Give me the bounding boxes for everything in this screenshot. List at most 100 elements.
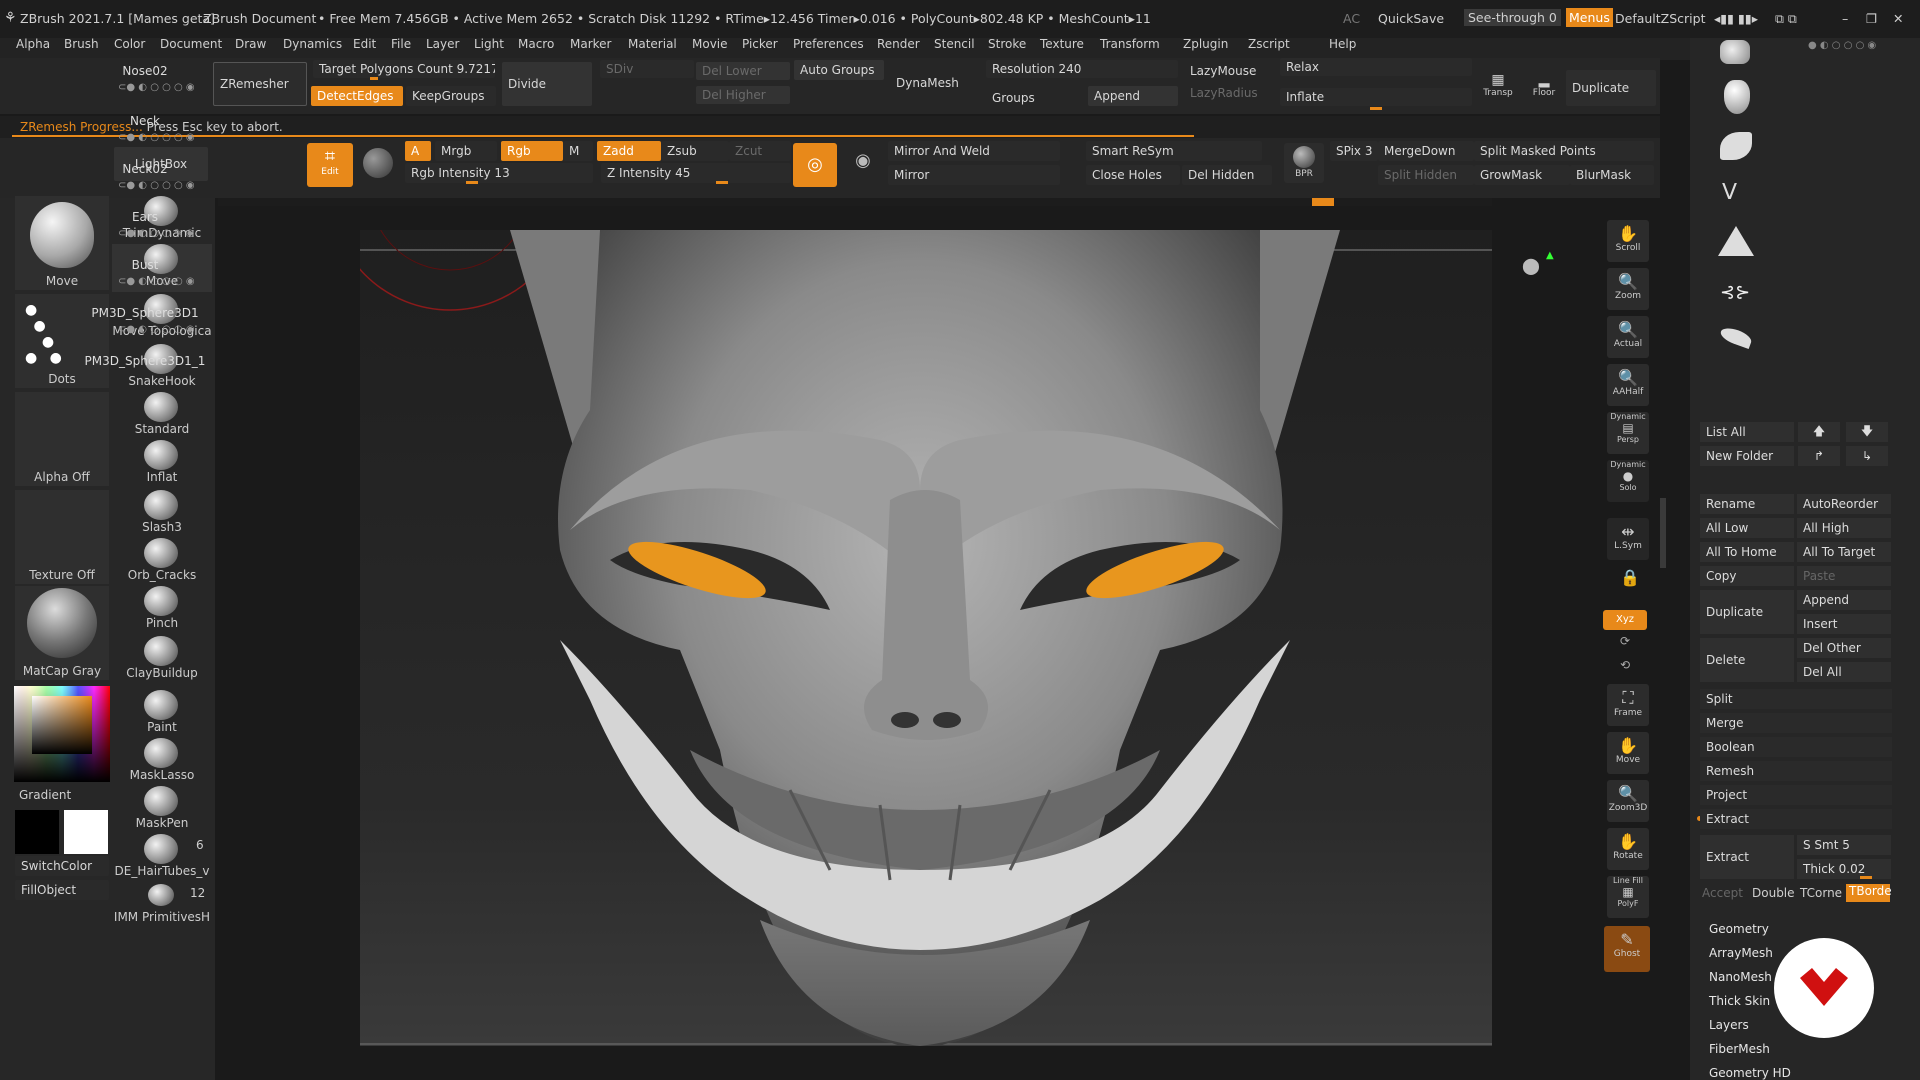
minimize-icon[interactable]: – — [1842, 11, 1848, 26]
menu-zscript[interactable]: Zscript — [1248, 37, 1290, 51]
mergedown-button[interactable]: MergeDown — [1378, 141, 1474, 161]
inflate-handle[interactable] — [1370, 107, 1382, 110]
smart-resym-button[interactable]: Smart ReSym — [1086, 141, 1262, 161]
folder-down-icon[interactable]: ↳ — [1846, 446, 1888, 466]
menu-marker[interactable]: Marker — [570, 37, 611, 51]
timeline-marker[interactable] — [1312, 198, 1334, 206]
window-icons[interactable]: ⧉ ⧉ — [1775, 11, 1797, 27]
edit-button[interactable]: ⌗ Edit — [307, 143, 353, 187]
bpr-button[interactable]: BPR — [1284, 143, 1324, 183]
brush-snakehook[interactable]: SnakeHook — [112, 344, 212, 392]
menu-edit[interactable]: Edit — [353, 37, 376, 51]
brush-pinch[interactable]: Pinch — [112, 586, 212, 634]
menu-preferences[interactable]: Preferences — [793, 37, 864, 51]
move-view-button[interactable]: ✋ Move — [1607, 732, 1649, 774]
fibermesh-section[interactable]: FiberMesh — [1709, 1042, 1770, 1056]
thick-handle[interactable] — [1860, 876, 1872, 879]
close-holes-button[interactable]: Close Holes — [1086, 165, 1180, 185]
split-masked-points-button[interactable]: Split Masked Points — [1474, 141, 1654, 161]
autoreorder-button[interactable]: AutoReorder — [1797, 494, 1891, 514]
sdiv-slider[interactable]: SDiv — [600, 60, 694, 78]
zadd-toggle[interactable]: Zadd — [597, 141, 661, 161]
menu-macro[interactable]: Macro — [518, 37, 554, 51]
subtool-controls[interactable]: ⊂● ◐ ○ ○ ○ ◉ — [118, 82, 195, 93]
lock-icon[interactable]: 🔒 — [1620, 568, 1640, 587]
axis-gizmo-icon[interactable]: ▲ — [1546, 250, 1554, 261]
menu-material[interactable]: Material — [628, 37, 677, 51]
restore-icon[interactable]: ❐ — [1866, 11, 1877, 26]
groups-toggle[interactable]: Groups — [986, 88, 1082, 108]
secondary-color-swatch[interactable] — [15, 810, 59, 854]
menu-transform[interactable]: Transform — [1100, 37, 1160, 51]
brush-maskpen[interactable]: MaskPen — [112, 786, 212, 834]
duplicate-button[interactable]: Duplicate — [1700, 590, 1794, 634]
del-hidden-button[interactable]: Del Hidden — [1182, 165, 1272, 185]
move-up-icon[interactable]: 🡅 — [1798, 422, 1840, 442]
menu-brush[interactable]: Brush — [64, 37, 99, 51]
boolean-section[interactable]: Boolean — [1700, 737, 1892, 757]
relax-slider[interactable]: Relax — [1280, 58, 1472, 76]
subtool-controls[interactable]: ⊂● ◐ ○ ○ ○ ◉ — [118, 180, 195, 191]
draw-mode-icon[interactable] — [363, 148, 393, 178]
menu-picker[interactable]: Picker — [742, 37, 778, 51]
z-intensity-handle[interactable] — [716, 181, 728, 184]
menu-stroke[interactable]: Stroke — [988, 37, 1026, 51]
del-all-button[interactable]: Del All — [1797, 662, 1891, 682]
rgb-intensity-handle[interactable] — [466, 181, 478, 184]
inflate-slider[interactable]: Inflate — [1280, 88, 1472, 106]
persp-button[interactable]: Dynamic ▤ Persp — [1607, 412, 1649, 454]
canvas-viewport[interactable] — [360, 230, 1492, 1046]
actual-button[interactable]: 🔍 Actual — [1607, 316, 1649, 358]
switchcolor-button[interactable]: SwitchColor — [15, 856, 109, 876]
divide-button[interactable]: Divide — [502, 62, 592, 106]
sculpt-model[interactable] — [360, 230, 1492, 1046]
menu-zplugin[interactable]: Zplugin — [1183, 37, 1228, 51]
lazyradius-slider[interactable]: LazyRadius — [1184, 84, 1274, 102]
append-subtool-button[interactable]: Append — [1797, 590, 1891, 610]
move-down-icon[interactable]: 🡇 — [1846, 422, 1888, 442]
dynamesh-button[interactable]: DynaMesh — [890, 72, 980, 94]
geometry-hd-section[interactable]: Geometry HD — [1709, 1066, 1791, 1080]
polyf-button[interactable]: Line Fill ▦ PolyF — [1607, 876, 1649, 918]
zoom3d-button[interactable]: 🔍 Zoom3D — [1607, 780, 1649, 822]
target-polygons-slider[interactable]: Target Polygons Count 9.72175 — [313, 60, 495, 78]
arraymesh-section[interactable]: ArrayMesh — [1709, 946, 1773, 960]
mirror-button[interactable]: Mirror — [888, 165, 1060, 185]
subtool-controls-top[interactable]: ● ◐ ○ ○ ○ ◉ — [1808, 40, 1876, 51]
brush-slash3[interactable]: Slash3 — [112, 490, 212, 538]
split-section[interactable]: Split — [1700, 689, 1892, 709]
layers-section[interactable]: Layers — [1709, 1018, 1749, 1032]
folder-up-icon[interactable]: ↱ — [1798, 446, 1840, 466]
gradient-toggle[interactable]: Gradient — [19, 788, 71, 802]
tborde-toggle[interactable]: TBorde — [1846, 884, 1892, 902]
nanomesh-section[interactable]: NanoMesh — [1709, 970, 1772, 984]
all-low-button[interactable]: All Low — [1700, 518, 1794, 538]
list-all-button[interactable]: List All — [1700, 422, 1794, 442]
double-toggle[interactable]: Double — [1752, 886, 1795, 900]
rename-button[interactable]: Rename — [1700, 494, 1794, 514]
del-other-button[interactable]: Del Other — [1797, 638, 1891, 658]
rgb-toggle[interactable]: Rgb — [501, 141, 563, 161]
menu-draw[interactable]: Draw — [235, 37, 266, 51]
target-polygons-handle[interactable] — [370, 77, 378, 80]
ears-thumb[interactable] — [1718, 226, 1754, 256]
split-hidden-button[interactable]: Split Hidden — [1378, 165, 1474, 185]
extract-section[interactable]: Extract — [1700, 809, 1892, 829]
menu-document[interactable]: Document — [160, 37, 222, 51]
lazymouse-toggle[interactable]: LazyMouse — [1184, 62, 1274, 80]
mirror-and-weld-button[interactable]: Mirror And Weld — [888, 141, 1060, 161]
alpha-slot[interactable]: Alpha Off — [15, 392, 109, 486]
subtool-controls[interactable]: ⊂● ◐ ○ ○ ○ ◉ — [118, 132, 195, 143]
main-color-swatch[interactable] — [64, 810, 108, 854]
color-picker-square[interactable] — [32, 696, 92, 754]
brush-paint[interactable]: Paint — [112, 690, 212, 738]
subtool-controls[interactable]: ⊂● ◐ ○ ○ ✎ ◉ — [118, 228, 194, 239]
material-slot[interactable]: MatCap Gray — [15, 586, 109, 680]
append-button[interactable]: Append — [1088, 86, 1178, 106]
lsym-button[interactable]: ⇹ L.Sym — [1607, 518, 1649, 560]
del-lower-button[interactable]: Del Lower — [696, 62, 790, 80]
zoom-button[interactable]: 🔍 Zoom — [1607, 268, 1649, 310]
geometry-section[interactable]: Geometry — [1709, 922, 1769, 936]
timeline-strip[interactable] — [218, 198, 1492, 206]
xyz-symmetry-toggle[interactable]: Xyz — [1603, 610, 1647, 630]
